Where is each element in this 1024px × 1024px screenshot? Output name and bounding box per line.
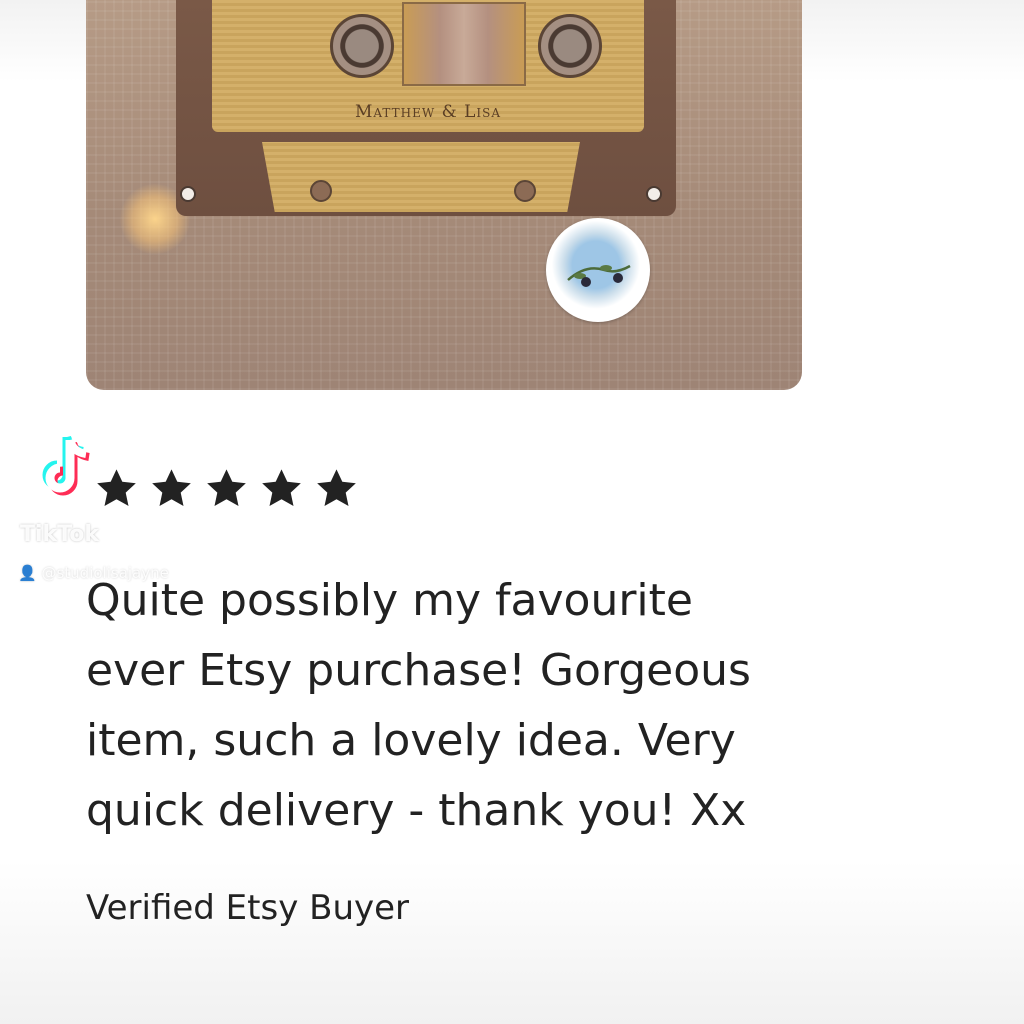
user-icon: 👤 [18,564,37,582]
maker-logo-sticker [546,218,650,322]
cassette-engraving: Matthew & Lisa [354,102,502,122]
product-photo[interactable]: Matthew & Lisa [86,0,802,390]
reviewer-name: Verified Etsy Buyer [86,888,410,928]
left-reel [330,14,394,78]
cassette-hole-right [514,180,536,202]
review-line: ever Etsy purchase! Gorgeous [86,645,751,696]
star-icon [97,469,136,506]
review-line: quick delivery - thank you! Xx [86,785,747,836]
review-line: item, such a lovely idea. Very [86,715,736,766]
star-rating [94,466,359,511]
tape-window [402,2,526,86]
tiktok-watermark: TikTok [20,522,100,547]
star-icon [317,469,356,506]
cassette-bottom-panel [262,142,580,212]
cassette-frame: Matthew & Lisa [176,0,676,216]
screw-left [180,186,196,202]
cassette-label: Matthew & Lisa [212,0,644,132]
review-line: Quite possibly my favourite [86,575,693,626]
star-icon [207,469,246,506]
right-reel [538,14,602,78]
maker-logo-art [567,264,631,287]
review-text: Quite possibly my favourite ever Etsy pu… [86,566,966,846]
cassette-hole-left [310,180,332,202]
star-icon [152,469,191,506]
screw-right [646,186,662,202]
star-icon [262,469,301,506]
